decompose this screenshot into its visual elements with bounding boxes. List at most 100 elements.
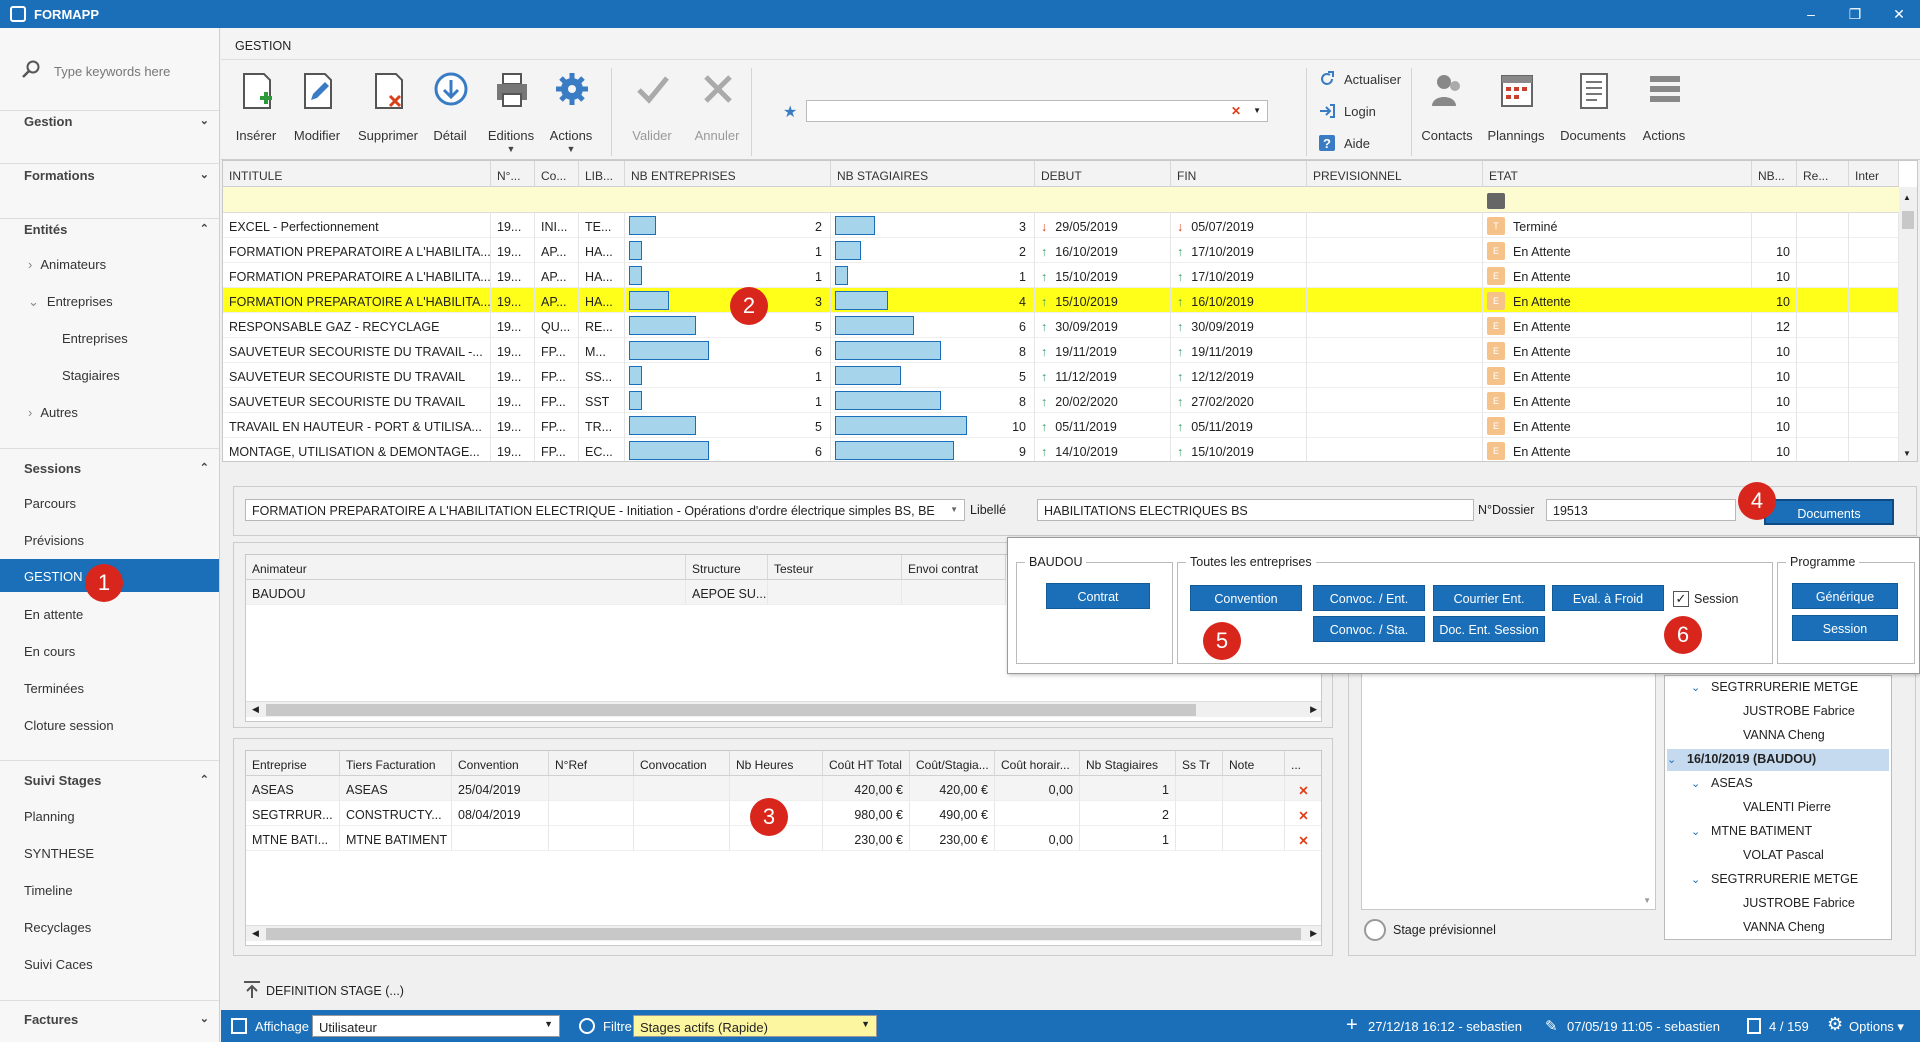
programme-session-button[interactable]: Session: [1792, 615, 1898, 641]
scroll-left-icon[interactable]: ◀: [252, 704, 259, 715]
cell-animateur[interactable]: BAUDOU: [246, 580, 686, 605]
col-header[interactable]: Nb Heures: [730, 751, 823, 776]
sidebar-item-recyclages[interactable]: Recyclages: [24, 920, 214, 935]
group-formations[interactable]: Formations ⌄: [24, 168, 209, 183]
group-factures[interactable]: Factures ⌄: [24, 1012, 209, 1027]
inserer-button[interactable]: Insérer: [221, 68, 291, 156]
convoc-ent-button[interactable]: Convoc. / Ent.: [1313, 585, 1425, 611]
col-header[interactable]: Coût/Stagia...: [910, 751, 995, 776]
col-header[interactable]: Convocation: [634, 751, 730, 776]
table-row[interactable]: FORMATION PREPARATOIRE A L'HABILITA... 19…: [223, 238, 1899, 263]
dossier-input[interactable]: 19513: [1546, 499, 1736, 521]
table-row[interactable]: MTNE BATI... MTNE BATIMENT 230,00 €230,00 …: [246, 826, 1321, 851]
tree-entreprise[interactable]: SEGTRRURERIE METGE: [1711, 872, 1858, 886]
col-header[interactable]: Animateur: [246, 555, 686, 580]
sidebar-item-terminees[interactable]: Terminées: [24, 681, 214, 696]
tree-stagiaire[interactable]: JUSTROBE Fabrice: [1743, 896, 1855, 910]
filtre-select[interactable]: Stages actifs (Rapide) ▼: [633, 1015, 877, 1037]
col-header[interactable]: Convention: [452, 751, 549, 776]
sidebar-item-en-cours[interactable]: En cours: [24, 644, 214, 659]
scroll-thumb[interactable]: [266, 928, 1301, 940]
sidebar-item-en-attente[interactable]: En attente: [24, 607, 214, 622]
tree-stagiaire[interactable]: JUSTROBE Fabrice: [1743, 704, 1855, 718]
doc-ent-session-button[interactable]: Doc. Ent. Session: [1433, 616, 1545, 642]
minimize-button[interactable]: –: [1800, 4, 1822, 24]
col-header[interactable]: DEBUT: [1035, 161, 1171, 187]
tree-entreprise[interactable]: SEGTRRURERIE METGE: [1711, 680, 1858, 694]
table-row[interactable]: SAUVETEUR SECOURISTE DU TRAVAIL 19... FP..…: [223, 363, 1899, 388]
actions-list-button[interactable]: Actions: [1629, 68, 1699, 156]
col-header[interactable]: Coût horair...: [995, 751, 1080, 776]
sidebar-item-animateurs[interactable]: › Animateurs: [28, 257, 218, 272]
col-header[interactable]: ETAT: [1483, 161, 1752, 187]
group-gestion[interactable]: Gestion ⌄: [24, 114, 209, 129]
search-input[interactable]: ✕ ▼: [806, 100, 1268, 122]
expand-chevron-icon[interactable]: ⌄: [1691, 777, 1700, 790]
col-header[interactable]: Envoi contrat: [902, 555, 1006, 580]
sidebar-item-entreprises[interactable]: ⌄ Entreprises: [28, 294, 218, 310]
session-checkbox[interactable]: ✓: [1673, 591, 1689, 607]
stage-previsionnel-radio[interactable]: [1364, 919, 1386, 941]
scroll-down-icon[interactable]: ▼: [1903, 449, 1911, 458]
documents-button[interactable]: Documents: [1764, 499, 1894, 525]
annuler-button[interactable]: Annuler: [682, 68, 752, 156]
clear-search-icon[interactable]: ✕: [1231, 104, 1241, 118]
detail-button[interactable]: Détail: [415, 68, 485, 156]
col-header[interactable]: FIN: [1171, 161, 1307, 187]
notes-area[interactable]: ▼: [1361, 660, 1656, 910]
sidebar-item-autres[interactable]: › Autres: [28, 405, 218, 420]
actions-button[interactable]: Actions ▼: [536, 68, 606, 156]
cell-envoi[interactable]: [902, 580, 1006, 605]
definition-stage-label[interactable]: DEFINITION STAGE (...): [266, 984, 404, 998]
restore-button[interactable]: ❐: [1844, 4, 1866, 24]
sidebar-item-suivi-caces[interactable]: Suivi Caces: [24, 957, 214, 972]
contrat-button[interactable]: Contrat: [1046, 583, 1150, 609]
tree-entreprise[interactable]: MTNE BATIMENT: [1711, 824, 1812, 838]
table-row[interactable]: FORMATION PREPARATOIRE A L'HABILITA... 19…: [223, 288, 1899, 313]
expand-chevron-icon[interactable]: ⌄: [1691, 873, 1700, 886]
courrier-ent-button[interactable]: Courrier Ent.: [1433, 585, 1545, 611]
delete-row-icon[interactable]: ✕: [1285, 801, 1321, 826]
sidebar-item-synthese[interactable]: SYNTHESE: [24, 846, 214, 861]
group-suivi-stages[interactable]: Suivi Stages ⌃: [24, 773, 209, 788]
convoc-sta-button[interactable]: Convoc. / Sta.: [1313, 616, 1425, 642]
sidebar-search[interactable]: Type keywords here: [22, 56, 212, 86]
table-row[interactable]: RESPONSABLE GAZ - RECYCLAGE 19... QU... RE.…: [223, 313, 1899, 338]
tree-stagiaire[interactable]: VANNA Cheng: [1743, 920, 1825, 934]
col-header[interactable]: Ss Tr: [1176, 751, 1223, 776]
contacts-button[interactable]: Contacts: [1412, 68, 1482, 156]
animateurs-hscroll[interactable]: ◀ ▶: [246, 701, 1321, 717]
col-header[interactable]: Re...: [1797, 161, 1849, 187]
entreprises-hscroll[interactable]: ◀ ▶: [246, 925, 1321, 941]
col-header[interactable]: NB STAGIAIRES: [831, 161, 1035, 187]
convention-button[interactable]: Convention: [1190, 585, 1302, 611]
col-header[interactable]: Tiers Facturation: [340, 751, 452, 776]
tree-entreprise[interactable]: ASEAS: [1711, 776, 1753, 790]
scroll-thumb[interactable]: [266, 704, 1196, 716]
formation-combo[interactable]: FORMATION PREPARATOIRE A L'HABILITATION …: [245, 499, 965, 521]
scroll-right-icon[interactable]: ▶: [1310, 928, 1317, 939]
col-header[interactable]: Coût HT Total: [823, 751, 910, 776]
generique-button[interactable]: Générique: [1792, 583, 1898, 609]
col-header[interactable]: PREVISIONNEL: [1307, 161, 1483, 187]
col-header[interactable]: Structure: [686, 555, 768, 580]
expand-chevron-icon[interactable]: ⌄: [1691, 681, 1700, 694]
cell-structure[interactable]: AEPOE SU...: [686, 580, 768, 605]
col-header[interactable]: N°...: [491, 161, 535, 187]
col-header[interactable]: NB...: [1752, 161, 1797, 187]
scroll-left-icon[interactable]: ◀: [252, 928, 259, 939]
libelle-input[interactable]: HABILITATIONS ELECTRIQUES BS: [1037, 499, 1474, 521]
col-header[interactable]: Note: [1223, 751, 1285, 776]
table-row[interactable]: FORMATION PREPARATOIRE A L'HABILITA... 19…: [223, 263, 1899, 288]
table-row[interactable]: SAUVETEUR SECOURISTE DU TRAVAIL -... 19..…: [223, 338, 1899, 363]
collapse-up-icon[interactable]: [242, 980, 262, 1000]
sidebar-item-timeline[interactable]: Timeline: [24, 883, 214, 898]
close-window-button[interactable]: ✕: [1888, 4, 1910, 24]
search-dropdown-icon[interactable]: ▼: [1253, 106, 1261, 115]
col-header[interactable]: Co...: [535, 161, 579, 187]
tree-stagiaire[interactable]: VANNA Cheng: [1743, 728, 1825, 742]
favorite-star-icon[interactable]: ★: [783, 102, 797, 122]
col-header[interactable]: Nb Stagiaires: [1080, 751, 1176, 776]
delete-row-icon[interactable]: ✕: [1285, 776, 1321, 801]
col-header[interactable]: LIB...: [579, 161, 625, 187]
